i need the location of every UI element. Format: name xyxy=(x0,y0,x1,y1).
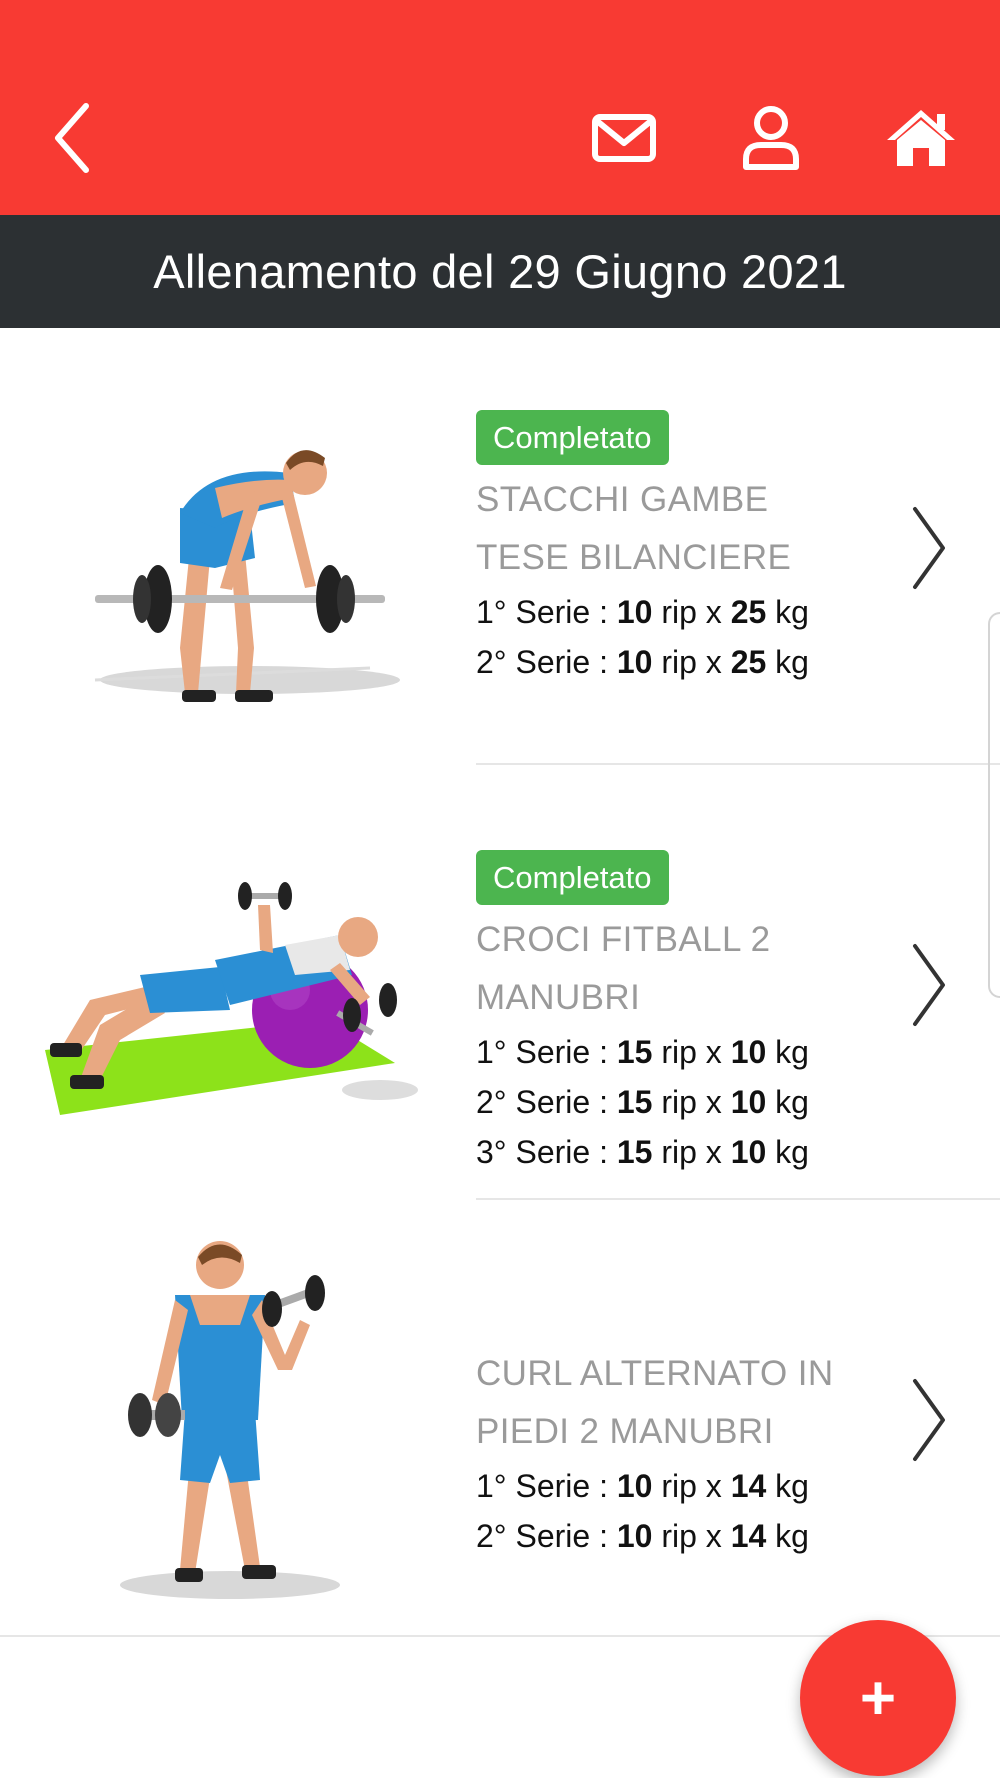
messages-button[interactable] xyxy=(581,95,667,181)
back-button[interactable] xyxy=(30,95,116,181)
exercise-info: Completato STACCHI GAMBE TESE BILANCIERE… xyxy=(476,410,896,687)
chevron-right-icon[interactable] xyxy=(903,503,953,593)
status-badge: Completato xyxy=(476,850,669,905)
exercise-name: CURL ALTERNATO IN PIEDI 2 MANUBRI xyxy=(476,1354,834,1451)
series-row: 3° Serie : 15 rip x 10 kg xyxy=(476,1134,809,1170)
series-row: 2° Serie : 10 rip x 25 kg xyxy=(476,644,809,680)
chevron-right-icon[interactable] xyxy=(903,940,953,1030)
exercise-illustration-alternating-curl xyxy=(120,1241,340,1599)
home-icon xyxy=(887,110,955,166)
series-row: 2° Serie : 15 rip x 10 kg xyxy=(476,1084,809,1120)
exercise-name: CROCI FITBALL 2 MANUBRI xyxy=(476,920,771,1017)
exercise-info: CURL ALTERNATO IN PIEDI 2 MANUBRI 1° Ser… xyxy=(476,1345,896,1561)
series-row: 1° Serie : 10 rip x 14 kg xyxy=(476,1468,809,1504)
add-exercise-button[interactable]: + xyxy=(800,1620,956,1776)
exercise-illustration-fitball-flyes xyxy=(45,882,418,1115)
user-icon xyxy=(743,106,799,170)
page-title: Allenamento del 29 Giugno 2021 xyxy=(153,245,847,298)
exercise-illustration-stiff-leg-deadlift xyxy=(94,450,400,702)
exercise-item[interactable]: CURL ALTERNATO IN PIEDI 2 MANUBRI 1° Ser… xyxy=(0,1200,1000,1635)
mail-icon xyxy=(592,114,656,162)
series-row: 2° Serie : 10 rip x 14 kg xyxy=(476,1518,809,1554)
exercise-name: STACCHI GAMBE TESE BILANCIERE xyxy=(476,480,792,577)
chevron-right-icon[interactable] xyxy=(903,1375,953,1465)
workout-title-bar: Allenamento del 29 Giugno 2021 xyxy=(0,215,1000,328)
back-arrow-icon xyxy=(55,103,89,173)
status-badge: Completato xyxy=(476,410,669,465)
series-row: 1° Serie : 15 rip x 10 kg xyxy=(476,1034,809,1070)
home-button[interactable] xyxy=(878,95,964,181)
app-screen: Allenamento del 29 Giugno 2021 Completat… xyxy=(0,0,1000,1778)
plus-icon: + xyxy=(859,1663,897,1733)
exercise-item[interactable]: Completato STACCHI GAMBE TESE BILANCIERE… xyxy=(0,328,1000,763)
exercise-item[interactable]: Completato CROCI FITBALL 2 MANUBRI 1° Se… xyxy=(0,765,1000,1198)
exercise-info: Completato CROCI FITBALL 2 MANUBRI 1° Se… xyxy=(476,850,896,1177)
profile-button[interactable] xyxy=(728,95,814,181)
scroll-indicator[interactable] xyxy=(988,612,1000,998)
top-app-bar xyxy=(0,0,1000,215)
series-row: 1° Serie : 10 rip x 25 kg xyxy=(476,594,809,630)
